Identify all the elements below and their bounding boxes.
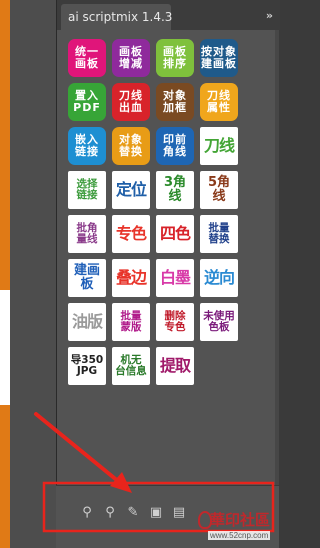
document-icon[interactable]: ▣	[149, 506, 163, 520]
script-button-label: 专色	[115, 223, 147, 243]
script-button-label: 5角 线	[207, 175, 231, 204]
script-button-15[interactable]: 5角 线	[200, 171, 238, 209]
script-button-label: 刀线 属性	[207, 89, 231, 114]
tab-ai-scriptmix[interactable]: ai scriptmix 1.4.3	[61, 4, 173, 30]
script-button-label: 叠边	[115, 267, 147, 287]
script-button-5[interactable]: 刀线 出血	[112, 83, 150, 121]
script-button-7[interactable]: 刀线 属性	[200, 83, 238, 121]
script-button-13[interactable]: 定位	[112, 171, 150, 209]
script-button-14[interactable]: 3角 线	[156, 171, 194, 209]
script-button-0[interactable]: 统一 画板	[68, 39, 106, 77]
collapse-panel-button[interactable]: »	[266, 9, 273, 22]
host-white-region	[0, 290, 10, 405]
script-button-10[interactable]: 印前 角线	[156, 127, 194, 165]
panel-scrollbar[interactable]	[275, 30, 279, 485]
watermark-url: www.52cnp.com	[208, 531, 271, 540]
script-button-30[interactable]: 提取	[156, 347, 194, 385]
script-button-label: 删除 专色	[164, 309, 186, 333]
script-button-label: 批量 蒙版	[120, 309, 142, 333]
script-button-24[interactable]: 油版	[68, 303, 106, 341]
add-user-icon[interactable]: ⚲	[103, 506, 117, 520]
script-button-8[interactable]: 嵌入 链接	[68, 127, 106, 165]
script-button-label: 逆向	[203, 267, 235, 287]
script-button-label: 统一 画板	[75, 45, 99, 70]
host-canvas-area	[10, 0, 56, 548]
script-button-label: 建画 板	[73, 263, 100, 292]
script-button-label: 选择 链接	[76, 177, 98, 201]
script-button-label: 对象 替换	[119, 133, 143, 158]
script-button-label: 未使用 色板	[203, 309, 235, 333]
script-button-label: 刀线 出血	[119, 89, 143, 114]
script-button-12[interactable]: 选择 链接	[68, 171, 106, 209]
script-button-28[interactable]: 导350 JPG	[68, 347, 106, 385]
script-button-16[interactable]: 批角 量线	[68, 215, 106, 253]
script-button-label: 四色	[159, 223, 191, 243]
script-button-25[interactable]: 批量 蒙版	[112, 303, 150, 341]
watermark-text: 華印社區	[210, 511, 271, 529]
script-button-1[interactable]: 画板 增减	[112, 39, 150, 77]
script-button-label: 导350 JPG	[70, 353, 104, 377]
script-button-label: 批角 量线	[76, 221, 98, 245]
panel-title: ai scriptmix 1.4.3	[68, 10, 173, 24]
footer-toolbar: ⚲ ⚲ ✎ ▣ ▤	[80, 506, 186, 520]
script-button-11[interactable]: 刀线	[200, 127, 238, 165]
script-button-2[interactable]: 画板 排序	[156, 39, 194, 77]
script-button-label: 刀线	[203, 135, 235, 155]
script-button-label: 置入 PDF	[73, 89, 101, 114]
host-orange-region-lower	[0, 405, 10, 548]
script-button-label: 机无 台信息	[115, 353, 147, 377]
wrench-user-icon[interactable]: ⚲	[80, 506, 94, 520]
script-button-6[interactable]: 对象 加框	[156, 83, 194, 121]
script-button-22[interactable]: 白墨	[156, 259, 194, 297]
script-button-4[interactable]: 置入 PDF	[68, 83, 106, 121]
host-app-edge	[0, 0, 10, 548]
site-watermark: 華印社區 www.52cnp.com	[198, 509, 278, 547]
script-button-27[interactable]: 未使用 色板	[200, 303, 238, 341]
script-button-label: 嵌入 链接	[75, 133, 99, 158]
script-button-20[interactable]: 建画 板	[68, 259, 106, 297]
script-button-label: 油版	[71, 311, 103, 331]
script-button-label: 提取	[159, 355, 191, 375]
script-button-18[interactable]: 四色	[156, 215, 194, 253]
script-button-label: 批量 替换	[208, 221, 230, 245]
panel-title-bar: ai scriptmix 1.4.3 »	[57, 0, 280, 30]
script-button-17[interactable]: 专色	[112, 215, 150, 253]
script-button-label: 画板 增减	[119, 45, 143, 70]
script-button-9[interactable]: 对象 替换	[112, 127, 150, 165]
script-button-label: 画板 排序	[163, 45, 187, 70]
script-button-23[interactable]: 逆向	[200, 259, 238, 297]
script-button-3[interactable]: 按对象 建画板	[200, 39, 238, 77]
script-button-label: 白墨	[159, 267, 191, 287]
script-button-label: 按对象 建画板	[201, 45, 237, 70]
script-button-26[interactable]: 删除 专色	[156, 303, 194, 341]
screenshot-stage: ai scriptmix 1.4.3 » 统一 画板 画板 增减 画板 排序 按对象 …	[0, 0, 280, 548]
script-button-label: 对象 加框	[163, 89, 187, 114]
script-button-label: 印前 角线	[163, 133, 187, 158]
host-orange-region	[0, 0, 10, 290]
script-button-label: 定位	[115, 179, 147, 199]
script-button-21[interactable]: 叠边	[112, 259, 150, 297]
script-button-19[interactable]: 批量 替换	[200, 215, 238, 253]
wrench-icon[interactable]: ✎	[126, 506, 140, 520]
script-button-label: 3角 线	[163, 175, 187, 204]
save-icon[interactable]: ▤	[172, 506, 186, 520]
script-button-29[interactable]: 机无 台信息	[112, 347, 150, 385]
